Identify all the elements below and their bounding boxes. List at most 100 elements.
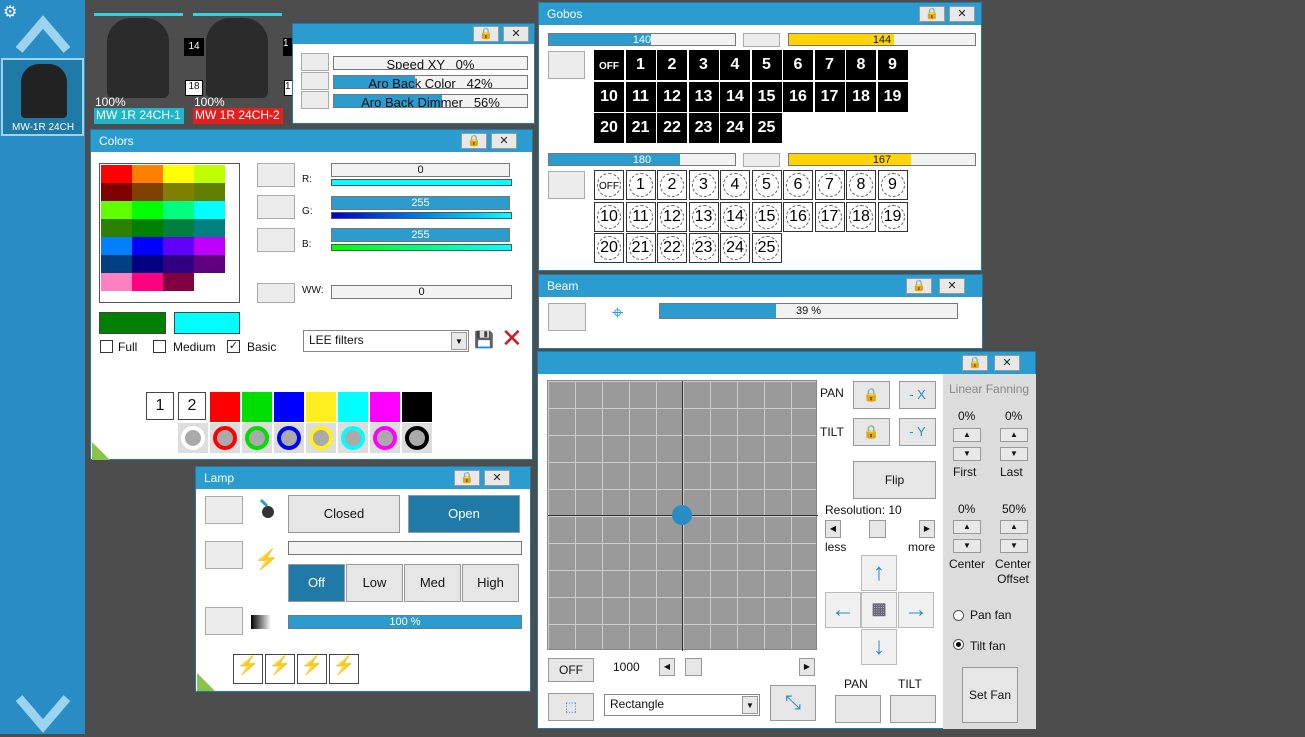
color-button[interactable] [301, 72, 329, 90]
wheel1-gobo-7[interactable]: 7 [814, 50, 845, 80]
wheel1-gobo-10[interactable]: 10 [594, 81, 624, 112]
speed-bar[interactable]: Speed XY 0% [333, 56, 528, 70]
last-up-icon[interactable]: ▲ [1000, 428, 1028, 442]
wheel1-gobo-11[interactable]: 11 [625, 81, 656, 112]
strobe-slow-icon[interactable]: ⚡ [233, 654, 263, 684]
gobo-wheel2-toggle[interactable] [548, 171, 585, 199]
offset-up-icon[interactable]: ▲ [1000, 520, 1028, 534]
beam-button[interactable] [548, 303, 586, 331]
off-button[interactable]: OFF [548, 658, 594, 682]
gobo-wheel1-rot-slider[interactable]: 144 [788, 33, 976, 46]
last-down-icon[interactable]: ▼ [1000, 447, 1028, 461]
wheel2-gobo-12[interactable]: 12 [657, 201, 687, 232]
wheel2-gobo-18[interactable]: 18 [846, 201, 876, 232]
wheel2-gobo-2[interactable]: 2 [657, 170, 687, 200]
res-right-icon[interactable]: ▶ [919, 520, 935, 538]
wheel1-gobo-15[interactable]: 15 [751, 81, 782, 112]
shutter-button[interactable] [205, 496, 243, 524]
wheel2-gobo-6[interactable]: 6 [783, 170, 813, 200]
gobo-wheel1-slider[interactable]: 140 [548, 33, 736, 46]
wheel2-gobo-3[interactable]: 3 [688, 170, 719, 200]
wheel2-gobo-10[interactable]: 10 [594, 201, 624, 232]
arrow-up-icon[interactable]: ↑ [861, 555, 897, 591]
wheel2-gobo-23[interactable]: 23 [688, 233, 719, 263]
wheel1-gobo-16[interactable]: 16 [783, 81, 813, 112]
preset-black[interactable] [402, 392, 432, 422]
res-slider-thumb[interactable] [869, 520, 886, 538]
fixture-2-image[interactable] [206, 18, 268, 98]
wheel2-gobo-off[interactable]: OFF [594, 170, 624, 200]
r-button[interactable] [257, 163, 295, 187]
first-up-icon[interactable]: ▲ [953, 428, 981, 442]
close-icon[interactable]: ✕ [994, 355, 1020, 371]
first-down-icon[interactable]: ▼ [953, 447, 981, 461]
wheel-green[interactable] [242, 423, 272, 453]
off-button[interactable]: Off [288, 564, 345, 602]
fixture-1-name[interactable]: MW 1R 24CH-1 [94, 108, 184, 124]
minus-x-button[interactable]: - X [899, 381, 936, 409]
lock-icon[interactable]: 🔒 [962, 355, 988, 371]
lock-icon[interactable]: 🔒 [473, 26, 499, 42]
fixture-thumb[interactable]: MW-1R 24CH [1, 58, 84, 136]
full-checkbox[interactable] [100, 340, 113, 353]
wheel-magenta[interactable] [370, 423, 400, 453]
dimmer-bar[interactable]: Aro Back Dimmer 56% [333, 94, 528, 108]
pan-fan-radio[interactable] [953, 610, 964, 621]
wheel1-gobo-4[interactable]: 4 [720, 50, 750, 80]
resize-corner-icon[interactable] [197, 673, 215, 691]
wheel1-gobo-22[interactable]: 22 [657, 113, 687, 143]
dimmer-slider[interactable]: 100 % [288, 615, 522, 629]
wheel2-gobo-25[interactable]: 25 [751, 233, 782, 263]
wheel2-gobo-15[interactable]: 15 [751, 201, 782, 232]
resize-corner-icon[interactable] [92, 442, 110, 460]
wheel2-gobo-14[interactable]: 14 [720, 201, 750, 232]
wheel1-gobo-25[interactable]: 25 [751, 113, 782, 143]
wheel2-gobo-20[interactable]: 20 [594, 233, 624, 263]
speed-button[interactable] [301, 53, 329, 71]
chevron-down-icon[interactable]: ▼ [451, 332, 467, 350]
wheel1-gobo-9[interactable]: 9 [877, 50, 908, 80]
preset-red[interactable] [210, 392, 240, 422]
gobo-wheel2-slider[interactable]: 180 [548, 153, 736, 166]
scroll-left-icon[interactable]: ◀ [659, 658, 675, 676]
scroll-down-icon[interactable] [15, 690, 71, 734]
strobe-random-icon[interactable]: ⚡ [329, 654, 359, 684]
preset-cyan[interactable] [338, 392, 368, 422]
pan-button[interactable] [835, 695, 881, 723]
strobe-slider[interactable] [288, 541, 522, 555]
wheel-white[interactable] [178, 423, 208, 453]
wheel-red[interactable] [210, 423, 240, 453]
wheel1-gobo-17[interactable]: 17 [814, 81, 845, 112]
minus-y-button[interactable]: - Y [899, 418, 936, 446]
wheel2-gobo-5[interactable]: 5 [751, 170, 782, 200]
wheel2-gobo-21[interactable]: 21 [625, 233, 656, 263]
arrow-down-icon[interactable]: ↓ [861, 629, 897, 665]
med-button[interactable]: Med [404, 564, 461, 602]
wheel-black[interactable] [402, 423, 432, 453]
wheel1-gobo-3[interactable]: 3 [688, 50, 719, 80]
pantilt-point[interactable] [672, 505, 692, 525]
low-button[interactable]: Low [346, 564, 403, 602]
wheel1-gobo-6[interactable]: 6 [783, 50, 813, 80]
wheel2-gobo-13[interactable]: 13 [688, 201, 719, 232]
strobe-med-icon[interactable]: ⚡ [265, 654, 295, 684]
tilt-fan-radio[interactable] [953, 639, 964, 650]
wheel1-gobo-24[interactable]: 24 [720, 113, 750, 143]
wheel1-gobo-20[interactable]: 20 [594, 113, 624, 143]
swap-icon[interactable]: ⤡ [770, 685, 816, 721]
high-button[interactable]: High [462, 564, 519, 602]
wheel2-gobo-8[interactable]: 8 [846, 170, 876, 200]
close-icon[interactable]: ✕ [503, 26, 529, 42]
wheel1-gobo-19[interactable]: 19 [877, 81, 908, 112]
wheel-yellow[interactable] [306, 423, 336, 453]
b-slider[interactable]: 255 [331, 228, 510, 242]
ww-button[interactable] [257, 283, 295, 303]
pan-lock-icon[interactable]: 🔒 [853, 381, 890, 409]
gobo-wheel2-button[interactable] [743, 153, 780, 167]
r-slider[interactable]: 0 [331, 163, 510, 177]
preset-magenta[interactable] [370, 392, 400, 422]
preset-blue[interactable] [274, 392, 304, 422]
lock-icon[interactable]: 🔒 [454, 470, 480, 486]
ww-slider[interactable]: 0 [331, 285, 512, 299]
wheel1-gobo-2[interactable]: 2 [657, 50, 687, 80]
